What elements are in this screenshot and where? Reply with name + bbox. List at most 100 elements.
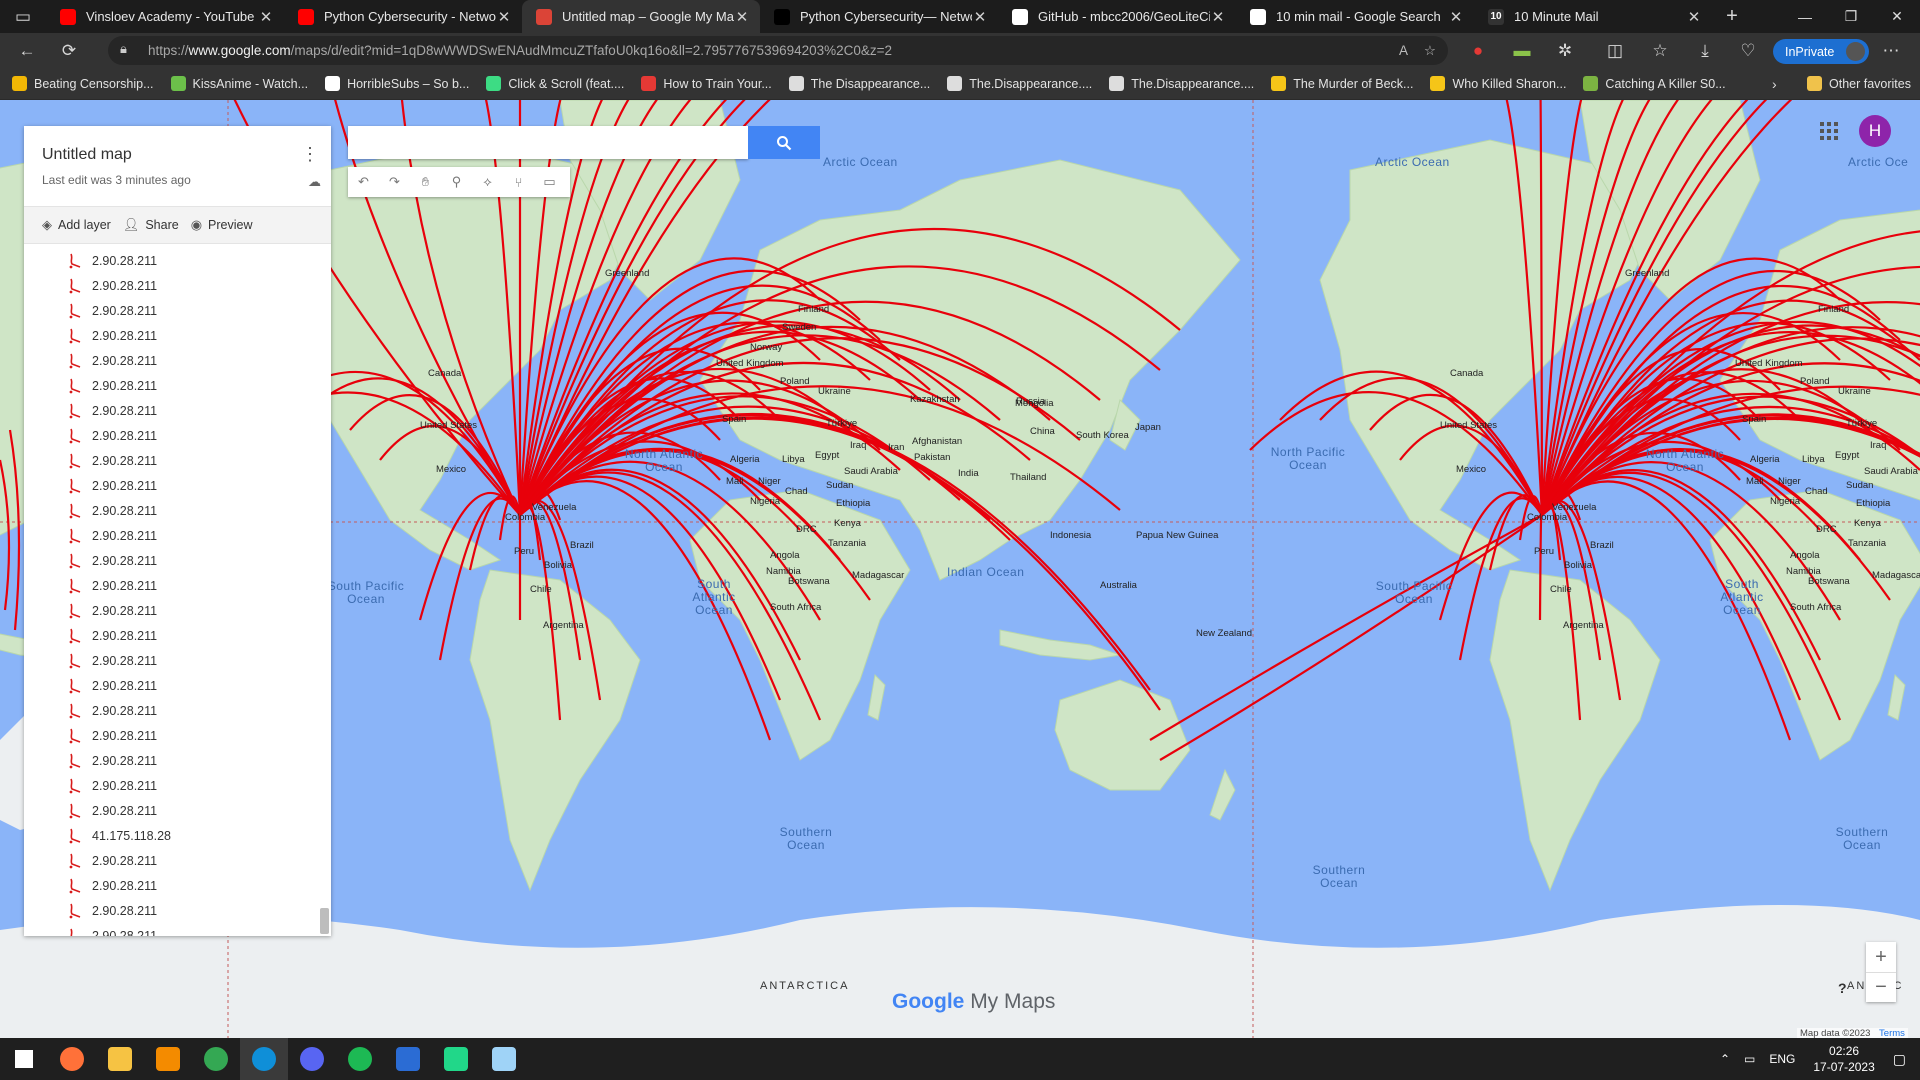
extension-battery-icon[interactable]: ▬: [1507, 36, 1537, 66]
taskbar-app-10[interactable]: [480, 1038, 528, 1080]
favorite-5[interactable]: The Disappearance...: [788, 76, 930, 91]
list-item[interactable]: 2.90.28.211: [24, 273, 331, 298]
list-item[interactable]: 2.90.28.211: [24, 848, 331, 873]
tab-0[interactable]: Vinsloev Academy - YouTube ✕: [46, 0, 284, 33]
language-indicator[interactable]: ENG: [1769, 1052, 1795, 1066]
search-button[interactable]: [748, 126, 820, 159]
list-item[interactable]: 2.90.28.211: [24, 648, 331, 673]
help-icon[interactable]: ?: [1838, 980, 1847, 996]
restore-icon[interactable]: ❐: [1828, 0, 1874, 33]
inprivate-button[interactable]: InPrivate: [1773, 39, 1869, 64]
list-item[interactable]: 2.90.28.211: [24, 698, 331, 723]
favorite-3[interactable]: Click & Scroll (feat....: [486, 76, 624, 91]
favorite-2[interactable]: HorribleSubs – So b...: [325, 76, 469, 91]
extensions-icon[interactable]: ✲: [1550, 36, 1580, 66]
tab-actions-icon[interactable]: ▭: [0, 2, 46, 32]
split-screen-icon[interactable]: ◫: [1600, 36, 1630, 66]
favorite-6[interactable]: The.Disappearance....: [947, 76, 1092, 91]
notifications-icon[interactable]: ▢: [1893, 1051, 1906, 1068]
directions-icon[interactable]: ⑂: [503, 167, 534, 197]
tab-3[interactable]: Python Cybersecurity— Network ✕: [760, 0, 998, 33]
favorite-9[interactable]: Who Killed Sharon...: [1430, 76, 1566, 91]
new-tab-button[interactable]: +: [1712, 2, 1752, 32]
list-item[interactable]: 2.90.28.211: [24, 323, 331, 348]
read-aloud-icon[interactable]: A: [1399, 43, 1408, 58]
list-item[interactable]: 2.90.28.211: [24, 348, 331, 373]
list-item[interactable]: 41.175.118.28: [24, 823, 331, 848]
list-item[interactable]: 2.90.28.211: [24, 298, 331, 323]
google-apps-icon[interactable]: [1819, 121, 1839, 141]
taskbar-app-9[interactable]: [432, 1038, 480, 1080]
hand-pan-icon[interactable]: ✋︎: [410, 167, 441, 197]
favorites-overflow-icon[interactable]: ›: [1772, 76, 1777, 92]
close-tab-icon[interactable]: ✕: [258, 8, 274, 26]
close-tab-icon[interactable]: ✕: [1448, 8, 1464, 26]
browser-essentials-icon[interactable]: ♡: [1733, 36, 1763, 66]
taskbar-app-3[interactable]: [144, 1038, 192, 1080]
list-item[interactable]: 2.90.28.211: [24, 548, 331, 573]
list-item[interactable]: 2.90.28.211: [24, 673, 331, 698]
list-item[interactable]: 2.90.28.211: [24, 473, 331, 498]
list-item[interactable]: 2.90.28.211: [24, 798, 331, 823]
add-layer-button[interactable]: ◈ Add layer: [42, 217, 111, 233]
list-item[interactable]: 2.90.28.211: [24, 723, 331, 748]
list-item[interactable]: 2.90.28.211: [24, 423, 331, 448]
network-icon[interactable]: ▭: [1744, 1052, 1755, 1066]
taskbar-app-1[interactable]: [48, 1038, 96, 1080]
zoom-out-button[interactable]: −: [1866, 972, 1896, 1002]
list-item[interactable]: 2.90.28.211: [24, 748, 331, 773]
tab-5[interactable]: 10 min mail - Google Search ✕: [1236, 0, 1474, 33]
url-field[interactable]: 🔒︎ https://www.google.com/maps/d/edit?mi…: [108, 36, 1448, 65]
list-item[interactable]: 2.90.28.211: [24, 498, 331, 523]
close-tab-icon[interactable]: ✕: [734, 8, 750, 26]
ruler-icon[interactable]: ▭: [534, 167, 565, 197]
tab-4[interactable]: GitHub - mbcc2006/GeoLiteCity ✕: [998, 0, 1236, 33]
close-tab-icon[interactable]: ✕: [1686, 8, 1702, 26]
tray-overflow-icon[interactable]: ⌃: [1720, 1052, 1730, 1066]
clock[interactable]: 02:26 17-07-2023: [1813, 1043, 1874, 1075]
close-tab-icon[interactable]: ✕: [496, 8, 512, 26]
list-item[interactable]: 2.90.28.211: [24, 523, 331, 548]
list-item[interactable]: 2.90.28.211: [24, 573, 331, 598]
minimize-icon[interactable]: —: [1782, 0, 1828, 33]
marker-icon[interactable]: ⚲: [441, 167, 472, 197]
extension-red-icon[interactable]: ●: [1463, 36, 1493, 66]
list-item[interactable]: 2.90.28.211: [24, 398, 331, 423]
tab-2[interactable]: Untitled map – Google My Maps ✕: [522, 0, 760, 33]
list-item[interactable]: 2.90.28.211: [24, 773, 331, 798]
taskbar-app-0[interactable]: [0, 1038, 48, 1080]
favorite-8[interactable]: The Murder of Beck...: [1271, 76, 1413, 91]
more-menu-icon[interactable]: ⋯: [1876, 36, 1906, 66]
zoom-in-button[interactable]: +: [1866, 942, 1896, 972]
list-item[interactable]: 2.90.28.211: [24, 623, 331, 648]
list-item[interactable]: 2.90.28.211: [24, 598, 331, 623]
close-window-icon[interactable]: ✕: [1874, 0, 1920, 33]
close-tab-icon[interactable]: ✕: [972, 8, 988, 26]
back-icon[interactable]: ←: [12, 36, 42, 66]
favorite-1[interactable]: KissAnime - Watch...: [170, 76, 308, 91]
taskbar-app-6[interactable]: [288, 1038, 336, 1080]
taskbar-app-7[interactable]: [336, 1038, 384, 1080]
tab-1[interactable]: Python Cybersecurity - Network ✕: [284, 0, 522, 33]
favorites-icon[interactable]: ☆: [1645, 36, 1675, 66]
list-item[interactable]: 2.90.28.211: [24, 923, 331, 936]
close-tab-icon[interactable]: ✕: [1210, 8, 1226, 26]
taskbar-app-4[interactable]: [192, 1038, 240, 1080]
taskbar-app-5[interactable]: [240, 1038, 288, 1080]
other-favorites[interactable]: Other favorites: [1807, 76, 1911, 91]
list-item[interactable]: 2.90.28.211: [24, 373, 331, 398]
list-item[interactable]: 2.90.28.211: [24, 448, 331, 473]
panel-scrollbar[interactable]: [320, 908, 329, 934]
taskbar-app-2[interactable]: [96, 1038, 144, 1080]
preview-button[interactable]: ◉ Preview: [191, 217, 253, 233]
draw-line-icon[interactable]: ⟡: [472, 167, 503, 197]
map-title[interactable]: Untitled map: [42, 146, 313, 164]
list-item[interactable]: 2.90.28.211: [24, 248, 331, 273]
search-input[interactable]: [348, 126, 748, 159]
taskbar-app-8[interactable]: [384, 1038, 432, 1080]
panel-more-icon[interactable]: ⋮: [301, 144, 319, 165]
favorite-4[interactable]: How to Train Your...: [641, 76, 772, 91]
favorite-7[interactable]: The.Disappearance....: [1109, 76, 1254, 91]
list-item[interactable]: 2.90.28.211: [24, 873, 331, 898]
account-avatar[interactable]: H: [1859, 115, 1891, 147]
